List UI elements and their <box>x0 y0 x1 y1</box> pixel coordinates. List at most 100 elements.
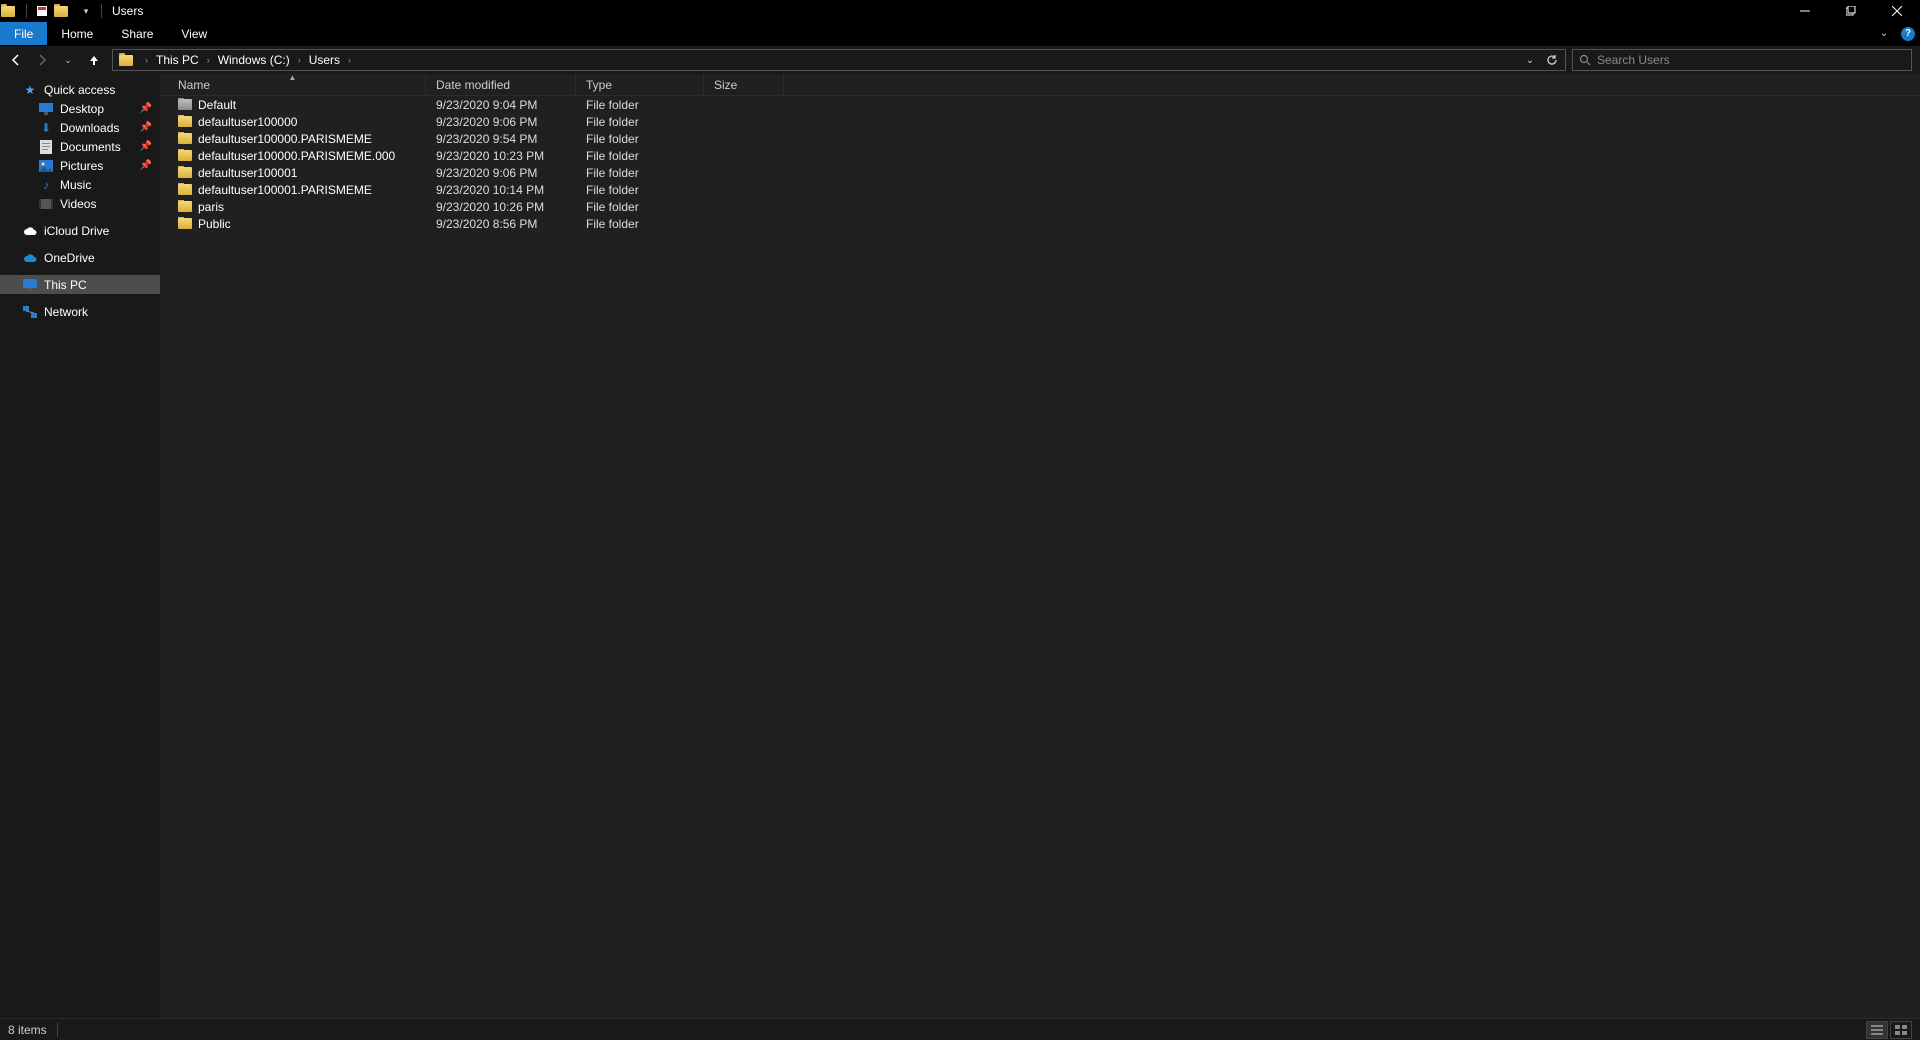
folder-icon <box>178 116 192 127</box>
nav-forward-button[interactable] <box>30 48 54 72</box>
pin-icon: 📌 <box>140 122 152 133</box>
desktop-icon <box>38 101 54 117</box>
status-bar: 8 items <box>0 1018 1920 1040</box>
search-input[interactable] <box>1597 53 1905 67</box>
cell-date: 9/23/2020 9:06 PM <box>426 166 576 180</box>
column-header-date[interactable]: Date modified <box>426 74 576 95</box>
refresh-button[interactable] <box>1541 54 1563 66</box>
cell-name-text: defaultuser100000.PARISMEME <box>198 132 372 146</box>
close-button[interactable] <box>1874 0 1920 22</box>
qat-customize-icon[interactable]: ▾ <box>75 0 97 22</box>
sidebar-icloud-drive[interactable]: iCloud Drive <box>0 221 160 240</box>
sidebar-item-label: Quick access <box>44 83 115 97</box>
sidebar-item-label: Documents <box>60 140 121 154</box>
ribbon-expand-icon[interactable]: ⌄ <box>1872 22 1896 45</box>
cell-name-text: defaultuser100000 <box>198 115 297 129</box>
nav-up-button[interactable] <box>82 48 106 72</box>
table-row[interactable]: defaultuser100000.PARISMEME.0009/23/2020… <box>160 147 1920 164</box>
cell-name-text: Default <box>198 98 236 112</box>
cell-type: File folder <box>576 200 704 214</box>
sidebar-network[interactable]: Network <box>0 302 160 321</box>
documents-icon <box>38 139 54 155</box>
sidebar-item-music[interactable]: ♪ Music <box>0 175 160 194</box>
sidebar-item-label: Network <box>44 305 88 319</box>
nav-recent-dropdown[interactable]: ⌄ <box>56 48 80 72</box>
sidebar-item-desktop[interactable]: Desktop 📌 <box>0 99 160 118</box>
sidebar-item-label: OneDrive <box>44 251 95 265</box>
cell-name: defaultuser100000 <box>160 115 426 129</box>
this-pc-icon <box>22 277 38 293</box>
cell-type: File folder <box>576 149 704 163</box>
maximize-button[interactable] <box>1828 0 1874 22</box>
column-header-size[interactable]: Size <box>704 74 784 95</box>
address-bar[interactable]: › This PC › Windows (C:) › Users › ⌄ <box>112 49 1566 71</box>
cell-type: File folder <box>576 166 704 180</box>
tab-home[interactable]: Home <box>47 22 107 45</box>
pictures-icon <box>38 158 54 174</box>
title-bar: ▾ Users <box>0 0 1920 22</box>
table-row[interactable]: Public9/23/2020 8:56 PMFile folder <box>160 215 1920 232</box>
navigation-pane: ★ Quick access Desktop 📌 ⬇ Downloads 📌 D… <box>0 74 160 1018</box>
sidebar-item-label: Pictures <box>60 159 103 173</box>
column-header-type[interactable]: Type <box>576 74 704 95</box>
table-row[interactable]: paris9/23/2020 10:26 PMFile folder <box>160 198 1920 215</box>
view-details-button[interactable] <box>1866 1021 1888 1039</box>
pin-icon: 📌 <box>140 160 152 171</box>
star-icon: ★ <box>22 82 38 98</box>
column-headers: Name ▲ Date modified Type Size <box>160 74 1920 96</box>
cell-type: File folder <box>576 217 704 231</box>
column-header-name[interactable]: Name ▲ <box>160 74 426 95</box>
cell-name: defaultuser100000.PARISMEME.000 <box>160 149 426 163</box>
chevron-right-icon[interactable]: › <box>296 55 303 65</box>
sidebar-item-downloads[interactable]: ⬇ Downloads 📌 <box>0 118 160 137</box>
address-history-dropdown[interactable]: ⌄ <box>1519 55 1541 66</box>
cell-name-text: defaultuser100000.PARISMEME.000 <box>198 149 395 163</box>
sidebar-item-pictures[interactable]: Pictures 📌 <box>0 156 160 175</box>
address-folder-icon[interactable] <box>115 50 143 70</box>
breadcrumb-windows-c[interactable]: Windows (C:) <box>212 53 296 67</box>
sidebar-item-label: Music <box>60 178 91 192</box>
table-row[interactable]: defaultuser100001.PARISMEME9/23/2020 10:… <box>160 181 1920 198</box>
chevron-right-icon[interactable]: › <box>143 55 150 65</box>
tab-share[interactable]: Share <box>107 22 167 45</box>
sidebar-item-label: iCloud Drive <box>44 224 109 238</box>
sidebar-item-documents[interactable]: Documents 📌 <box>0 137 160 156</box>
cell-name: defaultuser100001.PARISMEME <box>160 183 426 197</box>
sidebar-onedrive[interactable]: OneDrive <box>0 248 160 267</box>
table-row[interactable]: Default 9/23/2020 9:04 PMFile folder <box>160 96 1920 113</box>
search-box[interactable] <box>1572 49 1912 71</box>
qat-new-folder-icon[interactable] <box>53 0 75 22</box>
table-row[interactable]: defaultuser100001 9/23/2020 9:06 PMFile f… <box>160 164 1920 181</box>
cell-name-text: defaultuser100001 <box>198 166 297 180</box>
qat-properties-icon[interactable] <box>31 0 53 22</box>
folder-icon <box>178 150 192 161</box>
minimize-button[interactable] <box>1782 0 1828 22</box>
tab-view[interactable]: View <box>167 22 221 45</box>
folder-icon <box>178 167 192 178</box>
breadcrumb-this-pc[interactable]: This PC <box>150 53 205 67</box>
cloud-icon <box>22 250 38 266</box>
cell-date: 9/23/2020 9:04 PM <box>426 98 576 112</box>
sort-ascending-icon: ▲ <box>289 73 297 82</box>
cell-type: File folder <box>576 183 704 197</box>
folder-icon <box>178 184 192 195</box>
sidebar-this-pc[interactable]: This PC <box>0 275 160 294</box>
tab-file[interactable]: File <box>0 22 47 45</box>
folder-icon <box>178 133 192 144</box>
table-row[interactable]: defaultuser1000009/23/2020 9:06 PMFile f… <box>160 113 1920 130</box>
chevron-right-icon[interactable]: › <box>205 55 212 65</box>
cell-name: defaultuser100000.PARISMEME <box>160 132 426 146</box>
sidebar-item-videos[interactable]: Videos <box>0 194 160 213</box>
help-button[interactable]: ? <box>1896 22 1920 45</box>
folder-icon <box>178 99 192 110</box>
view-large-icons-button[interactable] <box>1890 1021 1912 1039</box>
breadcrumb-users[interactable]: Users <box>303 53 346 67</box>
folder-icon <box>178 201 192 212</box>
nav-back-button[interactable] <box>4 48 28 72</box>
cell-type: File folder <box>576 98 704 112</box>
window-title: Users <box>112 4 143 18</box>
table-row[interactable]: defaultuser100000.PARISMEME9/23/2020 9:5… <box>160 130 1920 147</box>
sidebar-quick-access[interactable]: ★ Quick access <box>0 80 160 99</box>
qat-folder-icon[interactable] <box>0 0 22 22</box>
chevron-right-icon[interactable]: › <box>346 55 353 65</box>
